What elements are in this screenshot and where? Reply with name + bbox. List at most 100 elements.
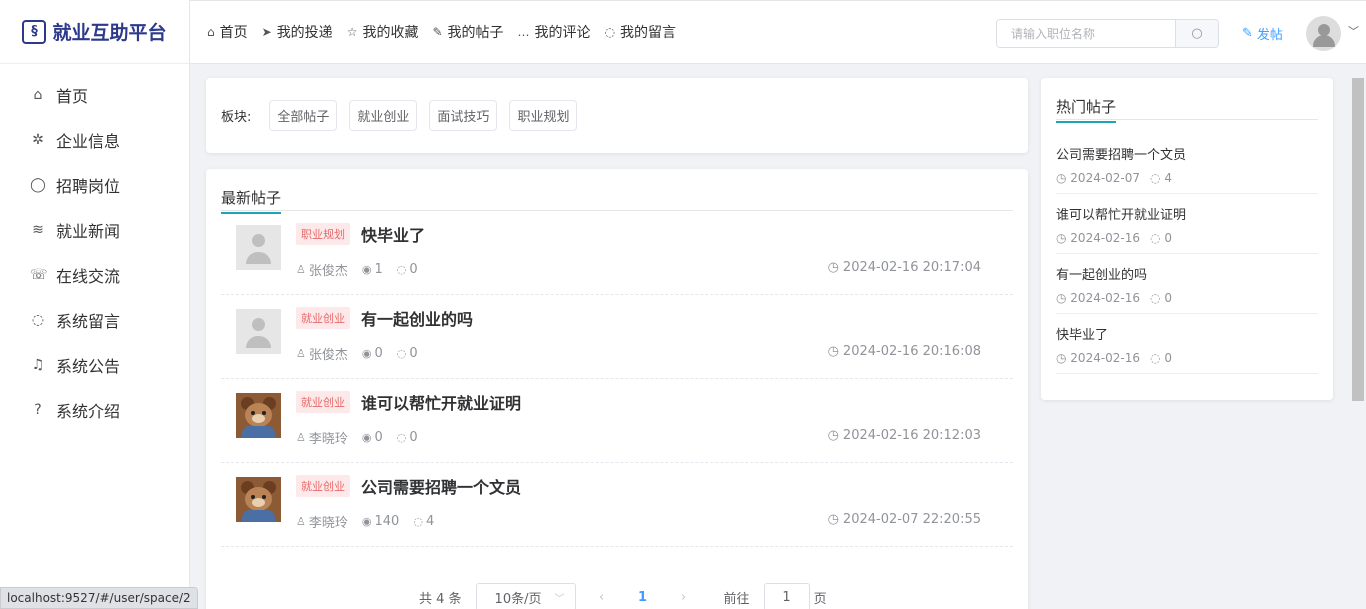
sidebar-item-label: 招聘岗位: [56, 176, 121, 196]
card-header: 热门帖子: [1056, 78, 1318, 123]
hot-post-comment-count: 0: [1164, 291, 1172, 305]
user-icon: ♙: [296, 347, 306, 360]
post-avatar[interactable]: [236, 477, 281, 522]
section-tag-all[interactable]: 全部帖子: [269, 100, 338, 131]
topnav-messages[interactable]: ◌ 我的留言: [598, 22, 683, 42]
pagination-total: 共 4 条: [419, 591, 462, 607]
post-row[interactable]: 就业创业 有一起创业的吗 ♙ 张俊杰 ◉ 0 ◌ 0 ◷ 2024-02-16 20:1…: [221, 295, 1013, 379]
topnav-comments[interactable]: … 我的评论: [511, 22, 598, 42]
sidebar-item-notices[interactable]: ♫ 系统公告: [0, 342, 189, 387]
hot-post-comments: ◌ 0: [1150, 231, 1172, 245]
send-icon: ➤: [261, 25, 272, 39]
bear-eye: [262, 495, 266, 499]
hot-post-date: ◷ 2024-02-16: [1056, 231, 1140, 245]
author-name: 张俊杰: [308, 348, 348, 363]
hot-post-comment-count: 0: [1164, 351, 1172, 365]
logo[interactable]: § 就业互助平台: [0, 0, 189, 64]
post-row[interactable]: 就业创业 公司需要招聘一个文员 ♙ 李晓玲 ◉ 140 ◌ 4 ◷ 2024-02-07…: [221, 463, 1013, 547]
chevron-down-icon: ﹀: [554, 593, 565, 605]
post-avatar[interactable]: [236, 309, 281, 354]
sidebar-item-home[interactable]: ⌂ 首页: [0, 72, 189, 117]
comments-count: 0: [409, 262, 418, 277]
section-tag-career[interactable]: 职业规划: [509, 100, 578, 131]
chat-icon: ◌: [1150, 171, 1165, 185]
post-author: ♙ 张俊杰: [296, 260, 348, 279]
card-header: 最新帖子: [221, 169, 1013, 214]
new-post-button[interactable]: ✎ 发帖: [1242, 24, 1283, 43]
user-icon: ♙: [296, 263, 306, 276]
user-icon: ♙: [296, 515, 306, 528]
search-box: ○: [996, 19, 1219, 48]
clock-icon: ◷: [827, 428, 839, 443]
sidebar-item-news[interactable]: ≋ 就业新闻: [0, 207, 189, 252]
hot-post-date: ◷ 2024-02-16: [1056, 351, 1140, 365]
sidebar-item-chat[interactable]: ☏ 在线交流: [0, 252, 189, 297]
page-number-current[interactable]: 1: [628, 590, 658, 605]
page-unit-label: 页: [813, 591, 827, 607]
views-count: 0: [374, 346, 383, 361]
search-button[interactable]: ○: [1175, 20, 1218, 47]
goto-page-input[interactable]: 1: [763, 583, 810, 609]
hot-post-meta: ◷ 2024-02-16 ◌ 0: [1056, 351, 1318, 365]
sidebar-item-about[interactable]: ? 系统介绍: [0, 387, 189, 432]
post-avatar[interactable]: [236, 393, 281, 438]
prev-page-button[interactable]: ‹: [590, 590, 614, 605]
topnav-label: 我的评论: [534, 25, 591, 41]
hot-post-item[interactable]: 谁可以帮忙开就业证明 ◷ 2024-02-16 ◌ 0: [1056, 194, 1318, 254]
hot-post-title[interactable]: 有一起创业的吗: [1056, 264, 1318, 283]
page-size-select[interactable]: 10条/页 ﹀: [475, 583, 576, 609]
sidebar-item-jobs[interactable]: ◯ 招聘岗位: [0, 162, 189, 207]
post-author: ♙ 李晓玲: [296, 512, 348, 531]
post-title[interactable]: 有一起创业的吗: [361, 306, 473, 330]
post-timestamp: 2024-02-16 20:12:03: [842, 428, 981, 443]
pagination: 共 4 条 10条/页 ﹀ ‹ 1 › 前往 1 页: [419, 583, 827, 609]
topnav-label: 首页: [219, 25, 248, 41]
post-title[interactable]: 谁可以帮忙开就业证明: [361, 390, 521, 414]
sidebar-item-label: 在线交流: [56, 266, 121, 286]
sidebar-item-companies[interactable]: ✲ 企业信息: [0, 117, 189, 162]
hot-post-title[interactable]: 谁可以帮忙开就业证明: [1056, 204, 1318, 223]
post-row[interactable]: 就业创业 谁可以帮忙开就业证明 ♙ 李晓玲 ◉ 0 ◌ 0 ◷ 2024-02-16 2…: [221, 379, 1013, 463]
top-nav: ⌂ 首页 ➤ 我的投递 ☆ 我的收藏 ✎ 我的帖子 … 我的评论 ◌ 我的留言: [190, 22, 683, 42]
views-count: 0: [374, 430, 383, 445]
hot-post-meta: ◷ 2024-02-16 ◌ 0: [1056, 291, 1318, 305]
eye-icon: ◉: [361, 515, 372, 528]
post-title[interactable]: 快毕业了: [361, 222, 425, 246]
post-time: ◷ 2024-02-16 20:12:03: [828, 428, 981, 443]
topnav-home[interactable]: ⌂ 首页: [200, 22, 255, 42]
section-tag-startup[interactable]: 就业创业: [349, 100, 418, 131]
search-input[interactable]: [997, 20, 1175, 47]
hot-post-item[interactable]: 快毕业了 ◷ 2024-02-16 ◌ 0: [1056, 314, 1318, 374]
top-bar: ⌂首页 ➤我的投递 ☆我的收藏 ✎我的帖子 …我的评论 ◌我的留言 ○ ✎发帖 …: [190, 0, 1366, 64]
user-avatar[interactable]: [1306, 16, 1341, 51]
hot-post-title[interactable]: 快毕业了: [1056, 324, 1318, 343]
hot-post-date: ◷ 2024-02-16: [1056, 291, 1140, 305]
post-title[interactable]: 公司需要招聘一个文员: [361, 474, 521, 498]
side-menu: ⌂ 首页 ✲ 企业信息 ◯ 招聘岗位 ≋ 就业新闻 ☏ 在线交流 ◌ 系统留言 ♫ 系统公告 …: [0, 64, 189, 432]
hot-post-date-text: 2024-02-07: [1070, 171, 1141, 185]
clock-icon: ◷: [1056, 291, 1071, 305]
post-time: ◷ 2024-02-07 22:20:55: [828, 512, 981, 527]
hot-post-date-text: 2024-02-16: [1070, 351, 1141, 365]
bear-snout: [252, 414, 265, 423]
section-tag-interview[interactable]: 面试技巧: [429, 100, 498, 131]
topnav-favorites[interactable]: ☆ 我的收藏: [340, 22, 426, 42]
page-scrollbar[interactable]: [1352, 78, 1364, 401]
topnav-posts[interactable]: ✎ 我的帖子: [425, 22, 510, 42]
clock-icon: ◷: [1056, 171, 1071, 185]
rss-icon: ≋: [32, 221, 44, 238]
chevron-down-icon[interactable]: ﹀: [1348, 23, 1359, 39]
post-avatar[interactable]: [236, 225, 281, 270]
clock-icon: ◷: [827, 344, 839, 359]
next-page-button[interactable]: ›: [672, 590, 696, 605]
topnav-label: 我的留言: [620, 25, 676, 41]
topnav-deliveries[interactable]: ➤ 我的投递: [255, 22, 340, 42]
hot-post-item[interactable]: 有一起创业的吗 ◷ 2024-02-16 ◌ 0: [1056, 254, 1318, 314]
hot-post-comment-count: 0: [1164, 231, 1172, 245]
sidebar-item-messages[interactable]: ◌ 系统留言: [0, 297, 189, 342]
post-row[interactable]: 职业规划 快毕业了 ♙ 张俊杰 ◉ 1 ◌ 0 ◷ 2024-02-16 20:17:0…: [221, 211, 1013, 295]
chat-icon: ☏: [30, 266, 48, 283]
hot-post-item[interactable]: 公司需要招聘一个文员 ◷ 2024-02-07 ◌ 4: [1056, 134, 1318, 194]
hot-post-title[interactable]: 公司需要招聘一个文员: [1056, 144, 1318, 163]
avatar-body: [246, 252, 271, 264]
